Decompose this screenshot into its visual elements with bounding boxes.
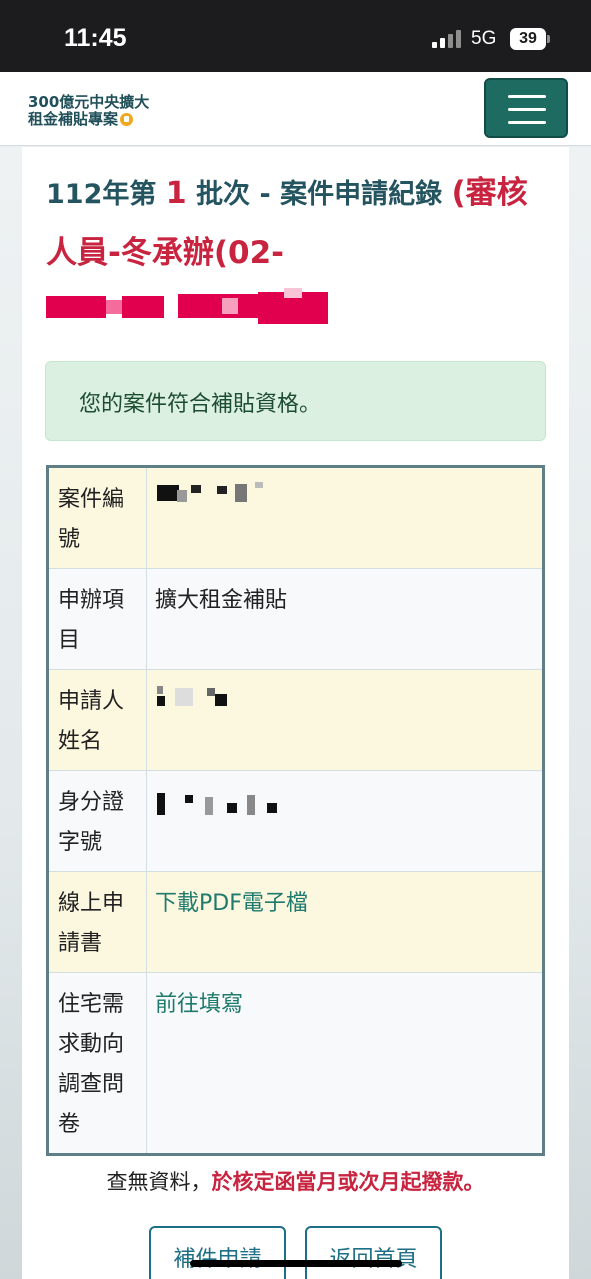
- row-label: 申辦項目: [47, 568, 147, 670]
- page-title: 112年第 1 批次 - 案件申請紀錄 (審核人員-冬承辦(02-: [46, 164, 536, 284]
- notice-prefix: 查無資料，: [106, 1170, 212, 1194]
- payment-notice: 查無資料，於核定函當月或次月起撥款。: [0, 1166, 591, 1196]
- table-row: 申請人姓名: [47, 669, 544, 771]
- row-value: 前往填寫: [146, 972, 544, 1155]
- table-row: 住宅需求動向調查問卷 前往填寫: [47, 972, 544, 1155]
- status-bar: 11:45 5G 39: [0, 0, 591, 72]
- title-prefix: 112年第: [46, 179, 157, 210]
- logo-line2: 租金補貼專案: [28, 110, 119, 128]
- id-number-value: [146, 770, 544, 872]
- title-middle: 批次 - 案件申請紀錄: [196, 179, 443, 210]
- home-button[interactable]: 返回首頁: [305, 1226, 442, 1279]
- house-coin-icon: [120, 113, 134, 126]
- row-value: 下載PDF電子檔: [146, 871, 544, 973]
- signal-icon: [432, 30, 464, 48]
- row-label: 住宅需求動向調查問卷: [47, 972, 147, 1155]
- battery-icon: 39: [510, 28, 546, 50]
- row-label: 線上申請書: [47, 871, 147, 973]
- network-label: 5G: [471, 28, 497, 49]
- home-indicator: [190, 1260, 402, 1267]
- hamburger-menu-button[interactable]: [484, 78, 568, 138]
- row-label: 身分證字號: [47, 770, 147, 872]
- table-row: 線上申請書 下載PDF電子檔: [47, 871, 544, 973]
- case-number-value: [146, 466, 544, 569]
- redacted-phone: [46, 288, 330, 326]
- case-info-table: 案件編號 申辦項目 擴大租金補貼 申請人姓名 身分證字號 線上申請書 下載PDF…: [46, 465, 545, 1156]
- alert-message: 您的案件符合補貼資格。: [79, 392, 322, 417]
- redacted-name: [155, 682, 534, 722]
- notice-highlight: 於核定函當月或次月起撥款。: [211, 1170, 485, 1194]
- applicant-name-value: [146, 669, 544, 771]
- row-value: 擴大租金補貼: [146, 568, 544, 670]
- battery-tip: [547, 35, 550, 43]
- table-row: 身分證字號: [47, 770, 544, 872]
- row-label: 申請人姓名: [47, 669, 147, 771]
- table-row: 申辦項目 擴大租金補貼: [47, 568, 544, 670]
- supplement-button[interactable]: 補件申請: [149, 1226, 286, 1279]
- redacted-case-number: [155, 480, 534, 520]
- status-time: 11:45: [64, 24, 127, 52]
- redacted-id-number: [155, 783, 534, 823]
- background-right: [569, 147, 591, 1279]
- table-row: 案件編號: [47, 466, 544, 569]
- survey-link[interactable]: 前往填寫: [155, 992, 243, 1017]
- site-logo[interactable]: 300億元中央擴大 租金補貼專案: [28, 94, 149, 128]
- batch-number: 1: [165, 176, 187, 211]
- row-label: 案件編號: [47, 466, 147, 569]
- eligibility-alert: 您的案件符合補貼資格。: [45, 361, 546, 441]
- logo-line2-wrap: 租金補貼專案: [28, 111, 149, 128]
- download-pdf-link[interactable]: 下載PDF電子檔: [155, 891, 308, 916]
- background-left: [0, 147, 22, 1279]
- navbar: 300億元中央擴大 租金補貼專案: [0, 72, 591, 146]
- logo-line1: 300億元中央擴大: [28, 93, 150, 111]
